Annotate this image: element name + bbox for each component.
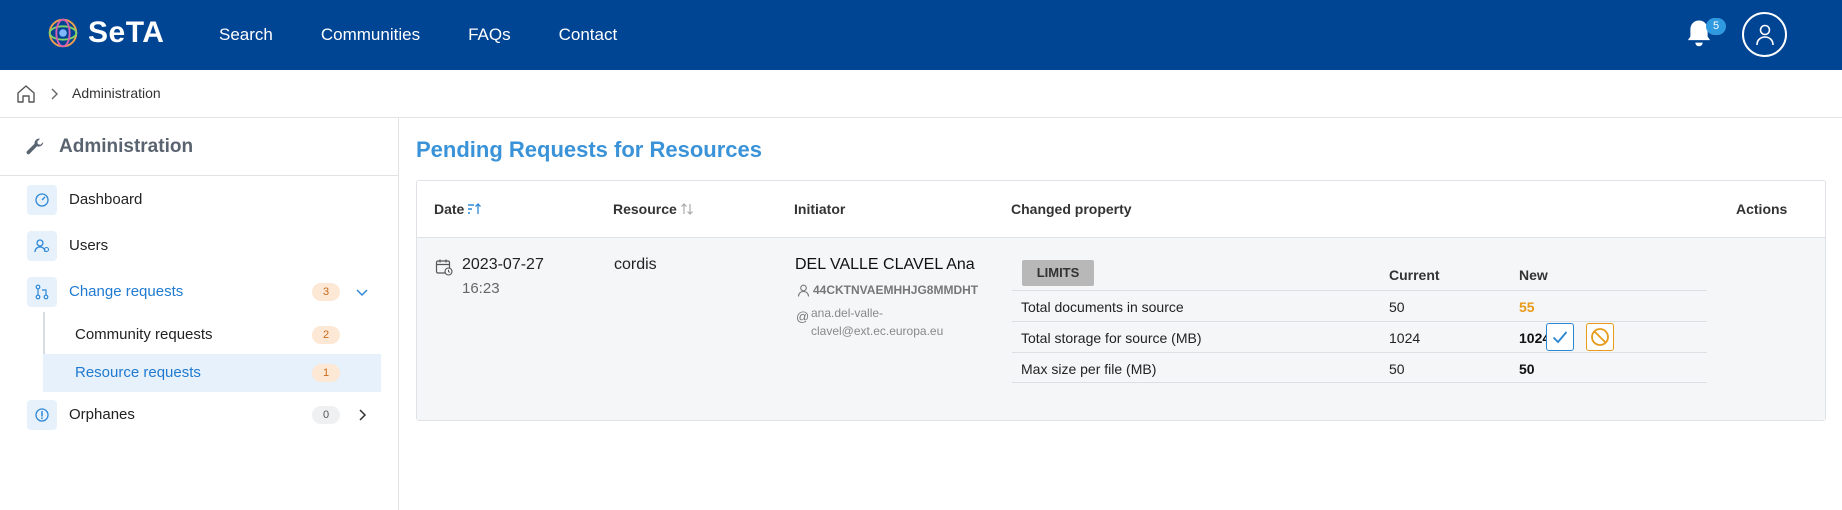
count-badge: 2 (312, 326, 340, 344)
page-title: Pending Requests for Resources (416, 137, 762, 162)
column-header-changed-property: Changed property (1011, 201, 1132, 217)
property-new-value: 55 (1519, 299, 1535, 315)
sort-icon (680, 203, 693, 215)
breadcrumb-current: Administration (72, 85, 161, 101)
sidebar-subitem-label: Community requests (75, 326, 213, 343)
sidebar-header: Administration (0, 118, 399, 176)
sidebar-item-users[interactable]: Users (0, 226, 399, 266)
sidebar-subitem-label: Resource requests (75, 364, 201, 381)
at-sign-icon: @ (796, 309, 810, 324)
sidebar-subitem-community-requests[interactable]: Community requests 2 (43, 316, 381, 354)
column-header-resource[interactable]: Resource (613, 201, 694, 217)
sidebar-item-label: Orphanes (69, 406, 135, 423)
property-name: Total storage for source (MB) (1021, 330, 1202, 346)
breadcrumb: Administration (0, 70, 1842, 118)
user-icon (797, 284, 810, 297)
count-badge: 0 (312, 406, 340, 424)
property-current-value: 50 (1389, 361, 1405, 377)
seta-logo[interactable]: SeTA (44, 14, 164, 52)
admin-sidebar: Administration Dashboard Users Change re… (0, 118, 399, 510)
wrench-icon (26, 138, 44, 155)
home-icon[interactable] (16, 84, 36, 104)
sidebar-item-label: Change requests (69, 283, 184, 300)
initiator-name: DEL VALLE CLAVEL Ana (795, 256, 975, 273)
property-group-badge: LIMITS (1022, 260, 1094, 286)
calendar-clock-icon (435, 259, 453, 276)
sidebar-item-label: Dashboard (69, 191, 143, 208)
sidebar-item-change-requests[interactable]: Change requests 3 (0, 272, 399, 312)
initiator-email: ana.del-valle-clavel@ext.ec.europa.eu (811, 306, 944, 338)
notification-badge: 5 (1706, 18, 1726, 35)
chevron-down-icon[interactable] (354, 284, 370, 300)
info-circle-icon (27, 400, 57, 430)
column-header-date[interactable]: Date (434, 201, 482, 217)
reject-button[interactable] (1586, 323, 1614, 351)
request-time: 16:23 (462, 280, 500, 297)
ban-icon (1591, 328, 1609, 346)
table-row: 2023-07-27 16:23 cordis DEL VALLE CLAVEL… (417, 238, 1825, 420)
request-resource: cordis (614, 256, 657, 273)
column-header-new: New (1519, 267, 1548, 283)
property-new-value: 50 (1519, 361, 1535, 377)
table-header: Date Resource Initiator Changed property… (417, 181, 1825, 238)
sidebar-item-dashboard[interactable]: Dashboard (0, 180, 399, 220)
users-icon (27, 231, 57, 261)
nav-communities[interactable]: Communities (321, 25, 420, 45)
property-row: Total documents in source 50 55 (1012, 290, 1707, 321)
property-row: Max size per file (MB) 50 50 (1012, 352, 1707, 383)
logo-mark-icon (48, 18, 78, 48)
sort-ascending-icon (468, 203, 482, 214)
sidebar-title: Administration (59, 136, 194, 157)
count-badge: 3 (312, 283, 340, 301)
property-current-value: 1024 (1389, 330, 1421, 346)
requests-table: Date Resource Initiator Changed property… (416, 180, 1826, 421)
property-current-value: 50 (1389, 299, 1405, 315)
property-name: Max size per file (MB) (1021, 361, 1157, 377)
property-name: Total documents in source (1021, 299, 1184, 315)
request-date: 2023-07-27 (462, 256, 544, 273)
nav-contact[interactable]: Contact (559, 25, 618, 45)
column-header-actions: Actions (1736, 201, 1788, 217)
nav-faqs[interactable]: FAQs (468, 25, 511, 45)
column-header-initiator: Initiator (794, 201, 846, 217)
chevron-right-icon (51, 88, 58, 100)
user-icon (1755, 24, 1774, 45)
top-navigation-bar: SeTA Search Communities FAQs Contact 5 (0, 0, 1842, 70)
check-icon (1552, 331, 1568, 344)
main-nav: Search Communities FAQs Contact (219, 0, 665, 70)
count-badge: 1 (312, 364, 340, 382)
initiator-id: 44CKTNVAEMHHJG8MMDHT (813, 283, 979, 297)
sidebar-item-label: Users (69, 237, 109, 254)
chevron-right-icon[interactable] (354, 407, 370, 423)
column-header-current: Current (1389, 267, 1440, 283)
approve-button[interactable] (1546, 323, 1574, 351)
nav-search[interactable]: Search (219, 25, 273, 45)
pull-request-icon (27, 277, 57, 307)
sidebar-subitem-resource-requests[interactable]: Resource requests 1 (43, 354, 381, 392)
sidebar-item-orphanes[interactable]: Orphanes 0 (0, 395, 399, 435)
gauge-icon (27, 185, 57, 215)
logo-text: SeTA (88, 16, 165, 49)
user-avatar-button[interactable] (1742, 12, 1787, 57)
column-header-label: Resource (613, 201, 677, 217)
column-header-label: Date (434, 201, 465, 217)
